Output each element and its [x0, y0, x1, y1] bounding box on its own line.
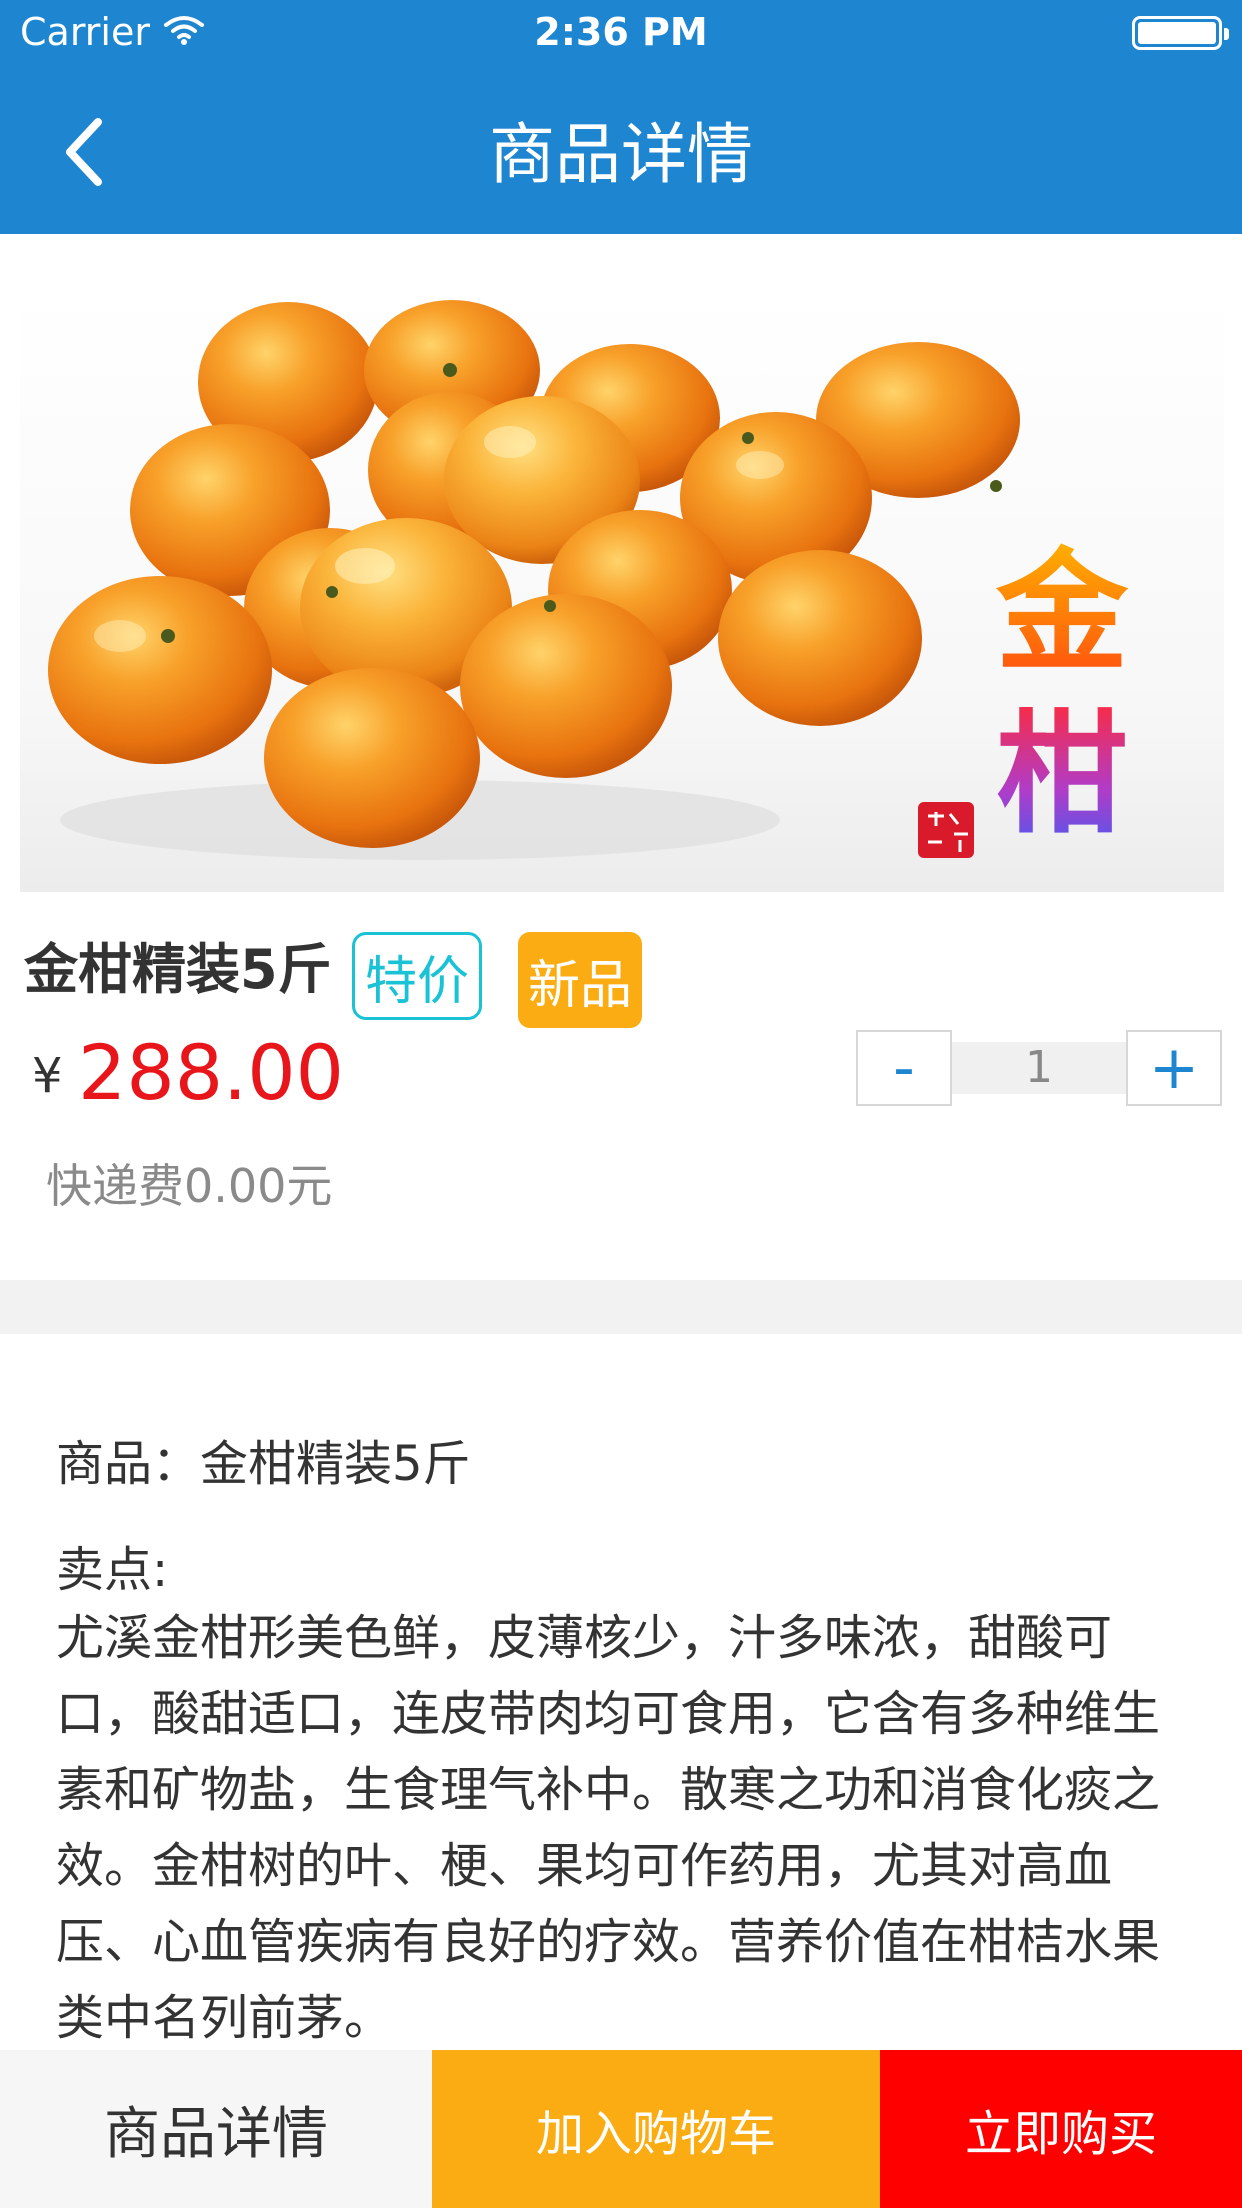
status-time: 2:36 PM: [534, 10, 708, 54]
quantity-stepper: - 1 +: [856, 1030, 1222, 1106]
product-price: 288.00: [78, 1028, 344, 1117]
description-product-name: 商品：金柑精装5斤: [56, 1436, 471, 1492]
seal-stamp: [918, 802, 974, 858]
product-details-button[interactable]: 商品详情: [0, 2050, 432, 2208]
tag-special-offer: 特价: [352, 932, 482, 1020]
product-image[interactable]: 金 柑: [20, 290, 1224, 892]
description-text: 尤溪金柑形美色鲜，皮薄核少，汁多味浓，甜酸可口，酸甜适口，连皮带肉均可食用，它含…: [56, 1610, 1161, 2046]
navigation-bar: Carrier 2:36 PM 商品详情: [0, 0, 1242, 234]
product-image-title-bottom: 柑: [996, 697, 1128, 852]
bottom-action-bar: 商品详情 加入购物车 立即购买: [0, 2050, 1242, 2208]
decrease-quantity-button[interactable]: -: [856, 1030, 952, 1106]
tag-new-arrival: 新品: [518, 932, 642, 1028]
page-title: 商品详情: [489, 116, 753, 193]
description-label: 卖点:: [56, 1542, 169, 1598]
product-name: 金柑精装5斤: [24, 938, 332, 1001]
currency-symbol: ¥: [32, 1048, 63, 1104]
add-to-cart-button[interactable]: 加入购物车: [432, 2050, 880, 2208]
section-divider: [0, 1280, 1242, 1334]
quantity-value[interactable]: 1: [952, 1042, 1126, 1094]
product-image-title-top: 金: [995, 535, 1129, 690]
kumquat-photo: 金 柑: [48, 300, 1129, 860]
increase-quantity-button[interactable]: +: [1126, 1030, 1222, 1106]
battery-icon: [1132, 16, 1229, 50]
buy-now-button[interactable]: 立即购买: [880, 2050, 1242, 2208]
shipping-fee: 快递费0.00元: [46, 1159, 333, 1213]
status-bar: Carrier 2:36 PM: [0, 0, 1242, 64]
